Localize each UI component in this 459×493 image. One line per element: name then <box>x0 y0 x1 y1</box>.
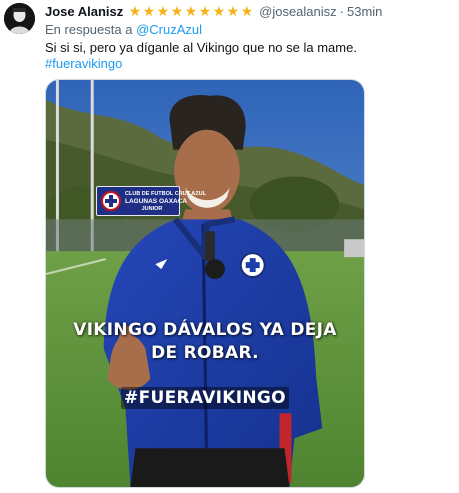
reply-prefix: En respuesta a <box>45 22 133 37</box>
timestamp[interactable]: 53min <box>347 4 382 19</box>
star-icon: ★ <box>226 2 240 19</box>
photo-caption-line: DE ROBAR. <box>151 343 259 363</box>
tweet-hashtag-line: #fueravikingo <box>45 56 122 71</box>
reply-context: En respuesta a @CruzAzul <box>45 22 202 37</box>
sign-line: CLUB DE FUTBOL CRUZ AZUL <box>125 191 206 197</box>
reply-mention-link[interactable]: @CruzAzul <box>136 22 202 37</box>
star-icon: ★ <box>240 2 254 19</box>
star-icon: ★ <box>184 2 198 19</box>
tweet-text: Si si si, pero ya díganle al Vikingo que… <box>45 40 357 55</box>
separator-dot: · <box>339 3 344 19</box>
star-icon: ★ <box>128 2 142 19</box>
star-icon: ★ <box>198 2 212 19</box>
tweet[interactable]: Jose Alanisz ★ ★ ★ ★ ★ ★ ★ ★ ★ @josealan… <box>0 0 459 493</box>
hashtag-link[interactable]: #fueravikingo <box>45 56 122 71</box>
sign-line: JUNIOR <box>141 206 163 212</box>
sign-line: LAGUNAS OAXACA <box>125 198 188 205</box>
star-icon: ★ <box>156 2 170 19</box>
name-emoji-stars: ★ ★ ★ ★ ★ ★ ★ ★ ★ <box>128 2 254 19</box>
overlay-hashtag-text: #FUERAVIKINGO <box>121 387 289 409</box>
photo-caption-line: VIKINGO DÁVALOS YA DEJA <box>73 320 337 340</box>
photo-scene <box>46 80 364 487</box>
stadium-sign: CLUB DE FUTBOL CRUZ AZUL LAGUNAS OAXACA … <box>96 186 206 216</box>
club-crest-icon <box>101 191 121 211</box>
star-icon: ★ <box>142 2 156 19</box>
star-icon: ★ <box>170 2 184 19</box>
tweet-header: Jose Alanisz ★ ★ ★ ★ ★ ★ ★ ★ ★ @josealan… <box>45 3 382 19</box>
photo-overlay-hashtag: #FUERAVIKINGO <box>46 387 364 409</box>
user-handle[interactable]: @josealanisz <box>259 4 337 19</box>
display-name[interactable]: Jose Alanisz <box>45 4 123 19</box>
tweet-photo[interactable]: CLUB DE FUTBOL CRUZ AZUL LAGUNAS OAXACA … <box>45 79 365 488</box>
star-icon: ★ <box>212 2 226 19</box>
avatar[interactable] <box>4 3 35 34</box>
